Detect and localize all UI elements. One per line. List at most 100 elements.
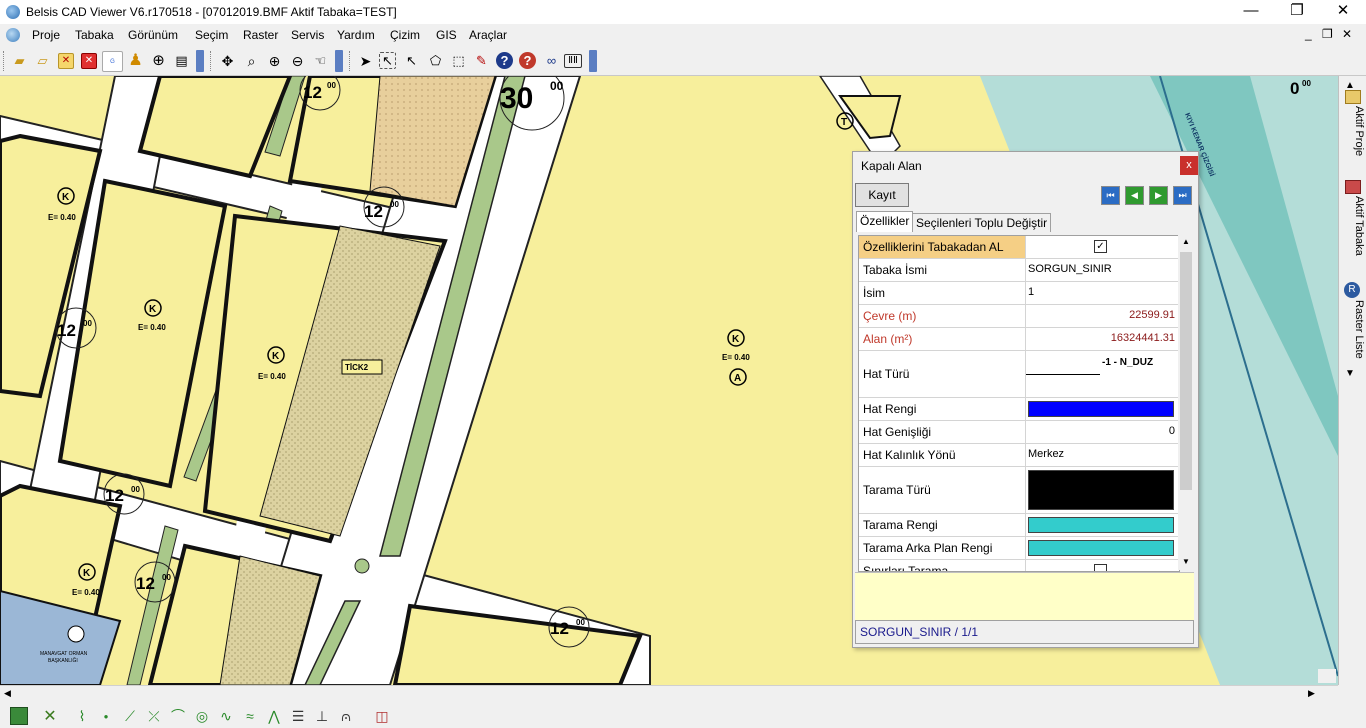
- point-icon[interactable]: ●: [96, 706, 116, 726]
- toolbar-overflow[interactable]: [196, 50, 204, 72]
- horizontal-scrollbar[interactable]: ◀ ▶: [0, 685, 1338, 702]
- menu-servis[interactable]: Servis: [291, 28, 324, 42]
- wave-icon[interactable]: ≈: [240, 706, 260, 726]
- mdi-minimize-button[interactable]: _: [1305, 27, 1312, 41]
- layer-icon[interactable]: [10, 707, 28, 725]
- pan-move-icon[interactable]: ✥: [218, 51, 237, 70]
- mdi-close-button[interactable]: ✕: [1342, 27, 1352, 41]
- help-icon[interactable]: ?: [496, 52, 513, 69]
- document-globe-icon[interactable]: [6, 28, 20, 42]
- tab-ozellikler[interactable]: Özellikler: [856, 211, 914, 232]
- last-record-button[interactable]: ⏭: [1173, 186, 1192, 205]
- menu-cizim[interactable]: Çizim: [390, 28, 420, 42]
- prop-value[interactable]: [1026, 467, 1178, 513]
- prop-value[interactable]: -1 - N_DUZ: [1026, 351, 1178, 397]
- menu-araclar[interactable]: Araçlar: [469, 28, 507, 42]
- zoom-hand-icon[interactable]: ☜: [311, 51, 330, 70]
- target-icon[interactable]: ⊕: [149, 51, 168, 70]
- open-folder-icon[interactable]: ▰: [10, 51, 29, 70]
- mdi-restore-button[interactable]: ❐: [1322, 27, 1333, 41]
- close-window-button[interactable]: ✕: [1320, 0, 1366, 24]
- prop-value[interactable]: [1026, 537, 1178, 559]
- polyline-icon[interactable]: ⌇: [72, 706, 92, 726]
- menu-tabaka[interactable]: Tabaka: [75, 28, 114, 42]
- menu-gis[interactable]: GIS: [436, 28, 457, 42]
- zoom-window-icon[interactable]: ⌕: [242, 51, 261, 70]
- zigzag-icon[interactable]: ⋀: [264, 706, 284, 726]
- circle-icon[interactable]: ◎: [192, 706, 212, 726]
- help-red-icon[interactable]: ?: [519, 52, 536, 69]
- dock-arrow-down[interactable]: ▼: [1345, 368, 1355, 379]
- line-icon[interactable]: ⟋: [120, 706, 140, 726]
- toolbar-grip[interactable]: [349, 51, 353, 71]
- hatch-bg-color-swatch[interactable]: [1028, 540, 1174, 556]
- prop-value[interactable]: [1026, 514, 1178, 536]
- prop-value[interactable]: 1: [1026, 282, 1178, 304]
- scroll-right-arrow[interactable]: ▶: [1308, 688, 1315, 699]
- print-icon[interactable]: ▤: [172, 51, 191, 70]
- prop-label: Hat Türü: [859, 351, 1026, 397]
- select-poly-icon[interactable]: ⬠: [426, 51, 445, 70]
- binoculars-icon[interactable]: ∞: [542, 51, 561, 70]
- prop-value[interactable]: ✓: [1026, 236, 1178, 258]
- grid-scroll-thumb[interactable]: [1180, 252, 1192, 490]
- prev-record-button[interactable]: ◀: [1125, 186, 1144, 205]
- line-color-swatch[interactable]: [1028, 401, 1174, 417]
- cross-icon[interactable]: ✕: [40, 706, 60, 726]
- select-dblclick-icon[interactable]: ✎: [472, 51, 491, 70]
- google-icon[interactable]: G: [102, 51, 123, 72]
- menu-secim[interactable]: Seçim: [195, 28, 228, 42]
- select-box-icon[interactable]: ↖: [379, 52, 396, 69]
- app-globe-icon: [6, 5, 20, 19]
- next-record-button[interactable]: ▶: [1149, 186, 1168, 205]
- menu-raster[interactable]: Raster: [243, 28, 278, 42]
- select-plus-icon[interactable]: ↖: [402, 51, 421, 70]
- prop-value[interactable]: [1026, 398, 1178, 420]
- layer-stack-icon[interactable]: ◫: [372, 706, 392, 726]
- dialog-close-button[interactable]: x: [1180, 156, 1198, 175]
- measure-icon[interactable]: ⅡⅡ: [564, 54, 582, 68]
- prop-value[interactable]: SORGUN_SINIR: [1026, 259, 1178, 281]
- select-arrow-icon[interactable]: ➤: [356, 51, 375, 70]
- menu-gorunum[interactable]: Görünüm: [128, 28, 178, 42]
- toolbar-overflow[interactable]: [589, 50, 597, 72]
- zoom-in-icon[interactable]: ⊕: [265, 51, 284, 70]
- scroll-left-arrow[interactable]: ◀: [4, 688, 11, 699]
- intersect-icon[interactable]: ⤫: [144, 706, 164, 726]
- prop-value[interactable]: 0: [1026, 421, 1178, 443]
- grid-scroll-down[interactable]: ▼: [1182, 557, 1190, 566]
- tab-aktif-tabaka[interactable]: Aktif Tabaka: [1341, 196, 1365, 256]
- checkbox-tabakadan-al[interactable]: ✓: [1094, 240, 1107, 253]
- select-fence-icon[interactable]: ⬚: [449, 51, 468, 70]
- hatch-type-swatch[interactable]: [1028, 470, 1174, 510]
- spline-icon[interactable]: ∿: [216, 706, 236, 726]
- zoom-out-icon[interactable]: ⊖: [288, 51, 307, 70]
- prop-value[interactable]: Merkez: [1026, 444, 1178, 466]
- first-record-button[interactable]: ⏮: [1101, 186, 1120, 205]
- prop-value[interactable]: [1026, 560, 1178, 571]
- tab-aktif-proje[interactable]: Aktif Proje: [1341, 106, 1365, 156]
- toolbar-grip[interactable]: [3, 51, 7, 71]
- minimize-button[interactable]: —: [1228, 0, 1274, 24]
- grid-scrollbar[interactable]: ▲ ▼: [1178, 235, 1194, 570]
- open-file-icon[interactable]: ▱: [33, 51, 52, 70]
- dimension-icon[interactable]: ⊥: [312, 706, 332, 726]
- pin-icon[interactable]: ♟: [126, 51, 145, 70]
- tab-toplu-degistir[interactable]: Seçilenleri Toplu Değiştir: [912, 213, 1052, 232]
- vscroll-down-arrow[interactable]: [1318, 669, 1336, 683]
- toolbar-grip[interactable]: [210, 51, 214, 71]
- bridge-icon[interactable]: ⩀: [336, 706, 356, 726]
- hatch-color-swatch[interactable]: [1028, 517, 1174, 533]
- close-red-icon[interactable]: ✕: [81, 53, 97, 69]
- arc-icon[interactable]: ⌒: [168, 706, 188, 726]
- grid-scroll-up[interactable]: ▲: [1182, 237, 1190, 246]
- menu-proje[interactable]: Proje: [32, 28, 60, 42]
- menu-yardim[interactable]: Yardım: [337, 28, 375, 42]
- close-doc-icon[interactable]: ✕: [58, 53, 74, 69]
- toolbar-overflow[interactable]: [335, 50, 343, 72]
- text-list-icon[interactable]: ☰: [288, 706, 308, 726]
- maximize-button[interactable]: ❐: [1274, 0, 1320, 24]
- save-button[interactable]: Kayıt: [855, 183, 909, 207]
- checkbox-sinirlari-tarama[interactable]: [1094, 564, 1107, 571]
- tab-raster-liste[interactable]: Raster Liste: [1341, 300, 1365, 359]
